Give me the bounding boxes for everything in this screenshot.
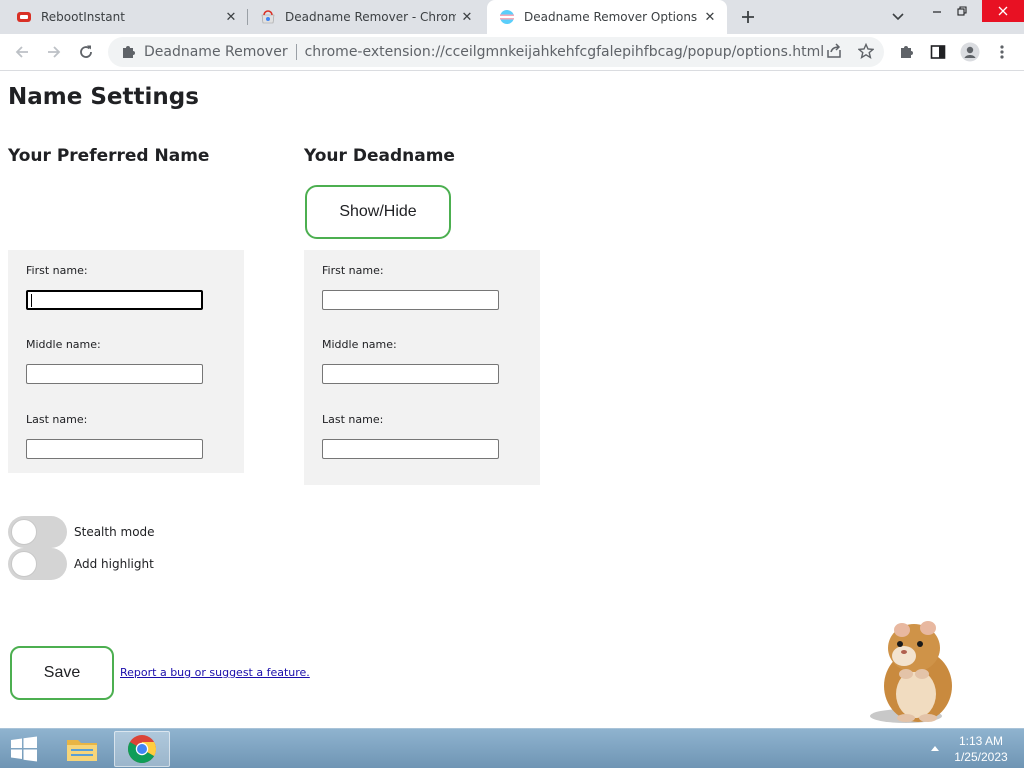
- tab-title: Deadname Remover - Chrome W: [285, 10, 456, 24]
- preferred-middle-name-input[interactable]: [26, 364, 203, 384]
- tab-chrome-webstore[interactable]: Deadname Remover - Chrome W ✕: [248, 0, 484, 34]
- restore-icon: [957, 6, 967, 16]
- options-page: Name Settings Your Preferred Name Your D…: [0, 72, 1024, 728]
- start-button[interactable]: [4, 732, 44, 766]
- preferred-name-panel: First name: Middle name: Last name:: [8, 250, 244, 473]
- forward-button[interactable]: [42, 40, 66, 64]
- switch-knob: [11, 551, 37, 577]
- profile-button[interactable]: [960, 42, 980, 62]
- share-icon: [827, 43, 841, 58]
- star-icon: [858, 43, 874, 59]
- tab-title: Deadname Remover Options: [524, 10, 698, 24]
- preferred-first-name-label: First name:: [26, 264, 88, 277]
- puzzle-piece-icon: [123, 46, 135, 58]
- windows-logo-icon: [11, 736, 37, 762]
- site-name: Deadname Remover: [144, 44, 288, 60]
- stealth-mode-label: Stealth mode: [74, 525, 155, 539]
- side-panel-button[interactable]: [928, 42, 948, 62]
- share-button[interactable]: [824, 41, 844, 61]
- deadname-last-name-input[interactable]: [322, 439, 499, 459]
- new-tab-button[interactable]: [736, 5, 760, 29]
- reload-button[interactable]: [74, 40, 98, 64]
- reload-icon: [80, 45, 92, 58]
- tab-deadname-options[interactable]: Deadname Remover Options ✕: [487, 0, 727, 34]
- add-highlight-switch[interactable]: [8, 548, 67, 580]
- close-icon: [998, 6, 1008, 16]
- kebab-menu-icon: [1000, 45, 1004, 59]
- system-clock[interactable]: 1:13 AM 1/25/2023: [948, 733, 1014, 765]
- deadname-first-name-label: First name:: [322, 264, 384, 277]
- preferred-middle-name-label: Middle name:: [26, 338, 101, 351]
- tab-close-icon[interactable]: ✕: [220, 6, 242, 28]
- taskbar-file-explorer[interactable]: [54, 731, 110, 767]
- back-arrow-icon: [15, 46, 28, 58]
- deadname-first-name-input[interactable]: [322, 290, 499, 310]
- file-explorer-icon: [67, 740, 97, 761]
- minimize-icon: [933, 11, 941, 13]
- tab-search-button[interactable]: [888, 7, 908, 27]
- hamster-mascot-icon[interactable]: [866, 614, 960, 726]
- taskbar-chrome[interactable]: [114, 731, 170, 767]
- page-title: Name Settings: [8, 84, 199, 110]
- show-hide-button[interactable]: Show/Hide: [305, 185, 451, 239]
- show-hidden-icons-button[interactable]: [928, 741, 942, 755]
- preferred-first-name-input[interactable]: [26, 290, 203, 310]
- side-panel-icon: [930, 45, 946, 59]
- stealth-mode-switch[interactable]: [8, 516, 67, 548]
- rebootinstant-favicon: [17, 12, 31, 22]
- switch-knob: [11, 519, 37, 545]
- deadname-middle-name-label: Middle name:: [322, 338, 397, 351]
- add-highlight-label: Add highlight: [74, 557, 154, 571]
- chrome-icon: [128, 735, 156, 763]
- deadname-last-name-label: Last name:: [322, 413, 384, 426]
- forward-arrow-icon: [48, 46, 61, 58]
- tab-close-icon[interactable]: ✕: [699, 6, 721, 28]
- browser-toolbar: Deadname Remover chrome-extension://ccei…: [0, 34, 1024, 71]
- report-bug-link[interactable]: Report a bug or suggest a feature.: [120, 666, 310, 679]
- menu-button[interactable]: [992, 42, 1012, 62]
- deadname-middle-name-input[interactable]: [322, 364, 499, 384]
- extensions-button[interactable]: [896, 42, 916, 62]
- avatar-icon: [960, 42, 980, 62]
- tab-title: RebootInstant: [41, 10, 125, 24]
- text-caret: [31, 294, 32, 307]
- clock-date: 1/25/2023: [954, 750, 1008, 764]
- chevron-up-icon: [931, 746, 939, 751]
- puzzle-piece-icon: [901, 46, 913, 58]
- deadname-heading: Your Deadname: [304, 146, 455, 166]
- preferred-last-name-input[interactable]: [26, 439, 203, 459]
- tab-close-icon[interactable]: ✕: [456, 6, 478, 28]
- url-text: chrome-extension://cceilgmnkeijahkehfcgf…: [304, 44, 825, 60]
- preferred-name-heading: Your Preferred Name: [8, 146, 210, 166]
- plus-icon: [742, 11, 754, 23]
- preferred-last-name-label: Last name:: [26, 413, 88, 426]
- save-button[interactable]: Save: [10, 646, 114, 700]
- deadname-panel: First name: Middle name: Last name:: [304, 250, 540, 485]
- back-button[interactable]: [10, 40, 34, 64]
- bookmark-button[interactable]: [856, 41, 876, 61]
- chrome-webstore-favicon: [261, 10, 275, 24]
- chevron-down-icon: [892, 13, 904, 21]
- tab-strip: RebootInstant ✕ Deadname Remover - Chrom…: [0, 0, 1024, 34]
- clock-time: 1:13 AM: [958, 734, 1004, 748]
- tab-rebootinstant[interactable]: RebootInstant ✕: [4, 0, 248, 34]
- restore-button[interactable]: [947, 0, 977, 22]
- deadname-remover-favicon: [500, 10, 514, 24]
- windows-taskbar: 1:13 AM 1/25/2023: [0, 728, 1024, 768]
- close-window-button[interactable]: [982, 0, 1024, 22]
- address-bar[interactable]: Deadname Remover chrome-extension://ccei…: [108, 37, 884, 67]
